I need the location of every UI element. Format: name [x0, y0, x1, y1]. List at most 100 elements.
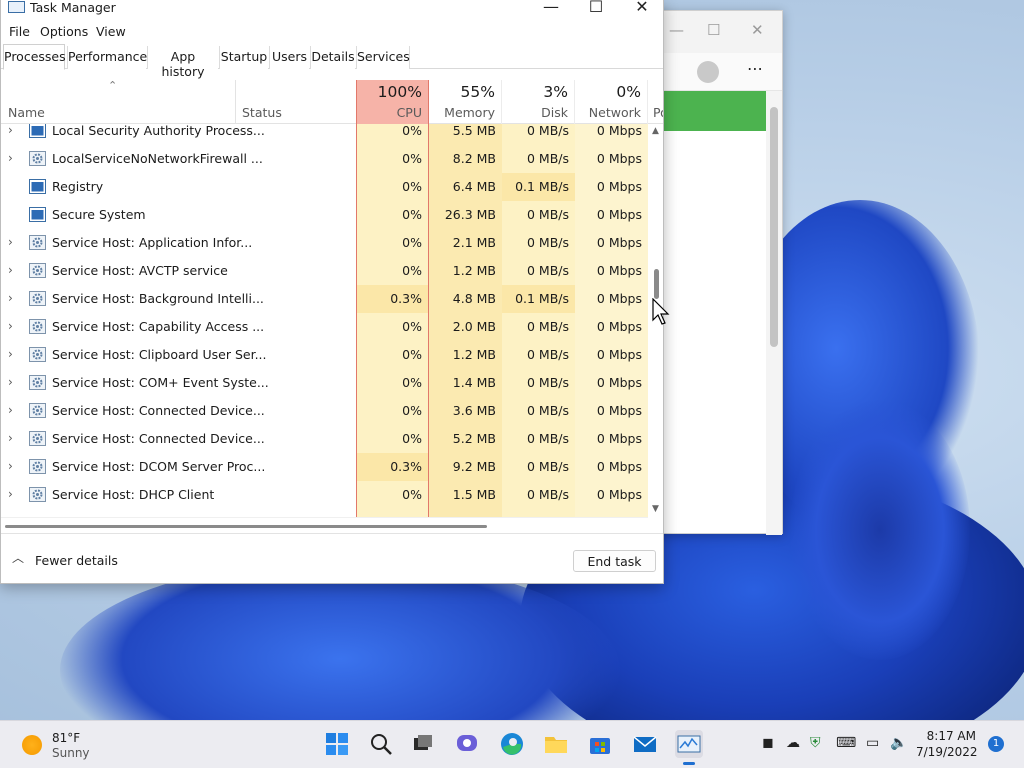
gear-icon [29, 431, 46, 446]
edge-icon[interactable] [498, 730, 526, 758]
table-row[interactable]: › LocalServiceNoNetworkFirewall ... 0% 8.2 … [1, 145, 648, 173]
chevron-up-icon[interactable]: ︿ [12, 549, 24, 566]
cpu-cell: 0.3% [356, 453, 429, 481]
profile-avatar-icon[interactable] [697, 61, 719, 83]
table-row[interactable]: › Service Host: Connected Device... 0% 5.2 … [1, 425, 648, 453]
chevron-right-icon[interactable]: › [8, 291, 13, 305]
menu-options[interactable]: Options [40, 24, 88, 39]
column-network[interactable]: 0% Network [575, 80, 648, 124]
table-row[interactable]: Registry 0% 6.4 MB 0.1 MB/s 0 Mbps [1, 173, 648, 201]
table-row[interactable]: › Service Host: Capability Access ... 0% 2.… [1, 313, 648, 341]
maximize-button[interactable]: ☐ [576, 0, 616, 16]
chat-icon[interactable] [453, 730, 481, 758]
weather-widget[interactable]: 81°F Sunny [20, 729, 100, 761]
background-app-window[interactable]: — ☐ ✕ ⋯ [650, 10, 783, 535]
table-row[interactable]: › Service Host: Application Infor... 0% 2.1… [1, 229, 648, 257]
notification-count: 1 [992, 738, 1000, 749]
tab-users[interactable]: Users [269, 46, 309, 69]
task-manager-icon[interactable] [675, 730, 703, 765]
chevron-right-icon[interactable]: › [8, 235, 13, 249]
more-options-icon[interactable]: ⋯ [747, 59, 763, 78]
table-row[interactable]: › Service Host: DHCP Client 0% 1.5 MB 0 MB/s… [1, 481, 648, 509]
cloud-sync-icon[interactable]: ☁ [786, 735, 800, 751]
tab-processes[interactable]: Processes [3, 44, 66, 70]
close-button[interactable]: ✕ [622, 0, 662, 16]
background-window-scrollbar[interactable] [766, 91, 782, 535]
table-row[interactable]: › Service Host: Clipboard User Ser... 0% 1.… [1, 341, 648, 369]
table-row[interactable]: › Service Host: DCOM Server Proc... 0.3% 9.… [1, 453, 648, 481]
tab-performance[interactable]: Performance [67, 46, 147, 69]
title-bar: Task Manager — ☐ ✕ [1, 0, 663, 18]
volume-icon[interactable]: 🔈 [890, 735, 907, 751]
search-icon[interactable] [367, 730, 395, 758]
chevron-right-icon[interactable]: › [8, 263, 13, 277]
network-cell: 0 Mbps [575, 124, 648, 145]
tab-startup[interactable]: Startup [219, 46, 268, 69]
column-status[interactable]: Status [236, 80, 356, 124]
chevron-right-icon[interactable]: › [8, 319, 13, 333]
network-cell: 0 Mbps [575, 425, 648, 453]
process-name: Service Host: Connected Device... [52, 431, 265, 446]
table-row[interactable]: › Service Host: AVCTP service 0% 1.2 MB 0 MB… [1, 257, 648, 285]
gear-icon [29, 403, 46, 418]
chevron-right-icon[interactable]: › [8, 487, 13, 501]
scroll-down-icon[interactable]: ▼ [652, 504, 659, 514]
table-row[interactable]: › Service Host: Connected Device... 0% 3.6 … [1, 397, 648, 425]
column-cpu[interactable]: 100% CPU [356, 80, 429, 124]
tab-services[interactable]: Services [356, 46, 410, 69]
end-task-button[interactable]: End task [573, 550, 656, 572]
tab-details[interactable]: Details [310, 46, 355, 69]
column-disk[interactable]: 3% Disk [502, 80, 575, 124]
weather-description: Sunny [52, 746, 90, 760]
chevron-right-icon[interactable]: › [8, 124, 13, 137]
chevron-right-icon[interactable]: › [8, 375, 13, 389]
disk-cell: 0 MB/s [502, 481, 575, 509]
cpu-cell: 0% [356, 257, 429, 285]
memory-cell: 5.5 MB [429, 124, 502, 145]
disk-total-percent: 3% [543, 83, 568, 101]
clock[interactable]: 8:17 AM 7/19/2022 [916, 729, 978, 761]
tab-app-history[interactable]: App history [147, 46, 218, 79]
column-name[interactable]: ⌃ Name [1, 79, 236, 124]
banner-green [663, 91, 767, 131]
menu-file[interactable]: File [9, 24, 30, 39]
chevron-right-icon[interactable]: › [8, 431, 13, 445]
gear-icon [29, 347, 46, 362]
network-icon[interactable]: ▭ [866, 735, 879, 751]
chevron-right-icon[interactable]: › [8, 459, 13, 473]
scrollbar-thumb[interactable] [654, 269, 659, 299]
column-memory[interactable]: 55% Memory [429, 80, 502, 124]
security-shield-icon[interactable]: ⛨ [810, 735, 821, 751]
disk-cell: 0 MB/s [502, 397, 575, 425]
minimize-button[interactable]: — [531, 0, 571, 16]
store-icon[interactable] [586, 730, 614, 758]
notification-badge[interactable]: 1 [988, 736, 1004, 752]
chevron-right-icon[interactable]: › [8, 347, 13, 361]
scroll-up-icon[interactable]: ▲ [652, 126, 659, 136]
process-name: Service Host: DHCP Client [52, 487, 215, 502]
memory-cell: 2.1 MB [429, 229, 502, 257]
table-row[interactable]: › Local Security Authority Process... 0% 5.… [1, 124, 648, 145]
file-explorer-icon[interactable] [542, 730, 570, 758]
tray-app-icon[interactable]: ◼ [762, 735, 774, 751]
chevron-right-icon[interactable]: › [8, 151, 13, 165]
task-view-icon[interactable] [409, 730, 437, 758]
memory-cell: 1.2 MB [429, 341, 502, 369]
fewer-details-link[interactable]: Fewer details [35, 553, 118, 568]
tab-bar: Processes Performance App history Startu… [1, 44, 663, 79]
horizontal-scrollbar-thumb[interactable] [5, 525, 487, 528]
start-icon[interactable] [323, 730, 351, 758]
minimize-icon[interactable]: — [669, 21, 684, 39]
keyboard-icon[interactable]: ⌨ [836, 735, 856, 751]
horizontal-scrollbar[interactable] [1, 517, 648, 531]
menu-view[interactable]: View [96, 24, 126, 39]
column-power-partial[interactable]: Po [649, 80, 663, 124]
table-row[interactable]: › Service Host: COM+ Event Syste... 0% 1.4 … [1, 369, 648, 397]
mail-icon[interactable] [631, 730, 659, 758]
table-row[interactable]: › Service Host: Background Intelli... 0.3%… [1, 285, 648, 313]
maximize-icon[interactable]: ☐ [707, 21, 720, 39]
chevron-right-icon[interactable]: › [8, 403, 13, 417]
table-row[interactable]: Secure System 0% 26.3 MB 0 MB/s 0 Mbps [1, 201, 648, 229]
process-name: Service Host: COM+ Event Syste... [52, 375, 269, 390]
close-icon[interactable]: ✕ [751, 21, 764, 39]
